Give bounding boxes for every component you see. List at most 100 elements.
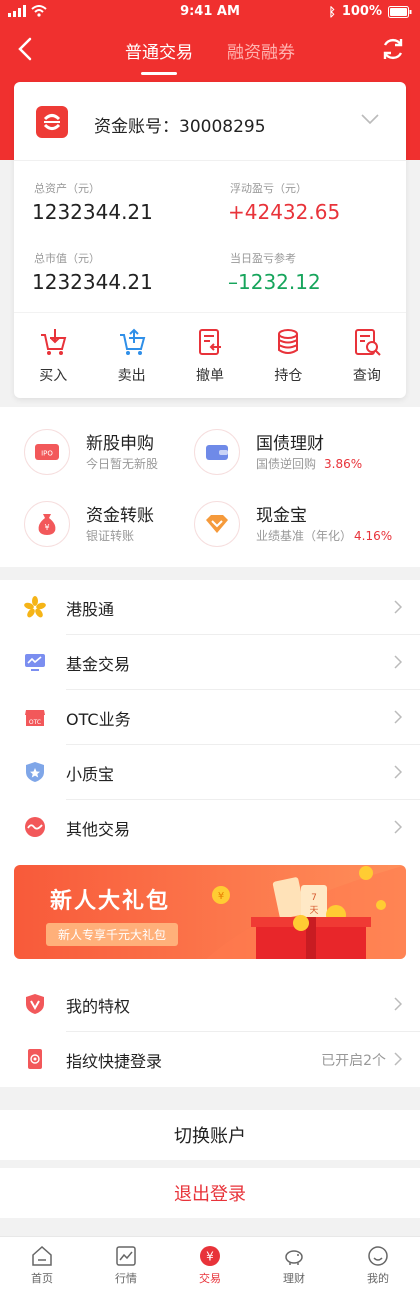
total-assets-value: 1232344.21 xyxy=(32,200,153,224)
monitor-chart-icon xyxy=(25,654,45,671)
banner-section: 新人大礼包 新人专享千元大礼包 ¥ 7 天 xyxy=(0,855,420,977)
svg-text:天: 天 xyxy=(309,906,318,916)
account-number: 资金账号：30008295 xyxy=(94,117,266,137)
list-item-fund-trade[interactable]: 基金交易 xyxy=(0,635,420,690)
tab-trade[interactable]: ¥ 交易 xyxy=(168,1237,252,1292)
bond-subtitle: 国债逆回购 3.86% xyxy=(256,457,363,471)
list-item-privilege[interactable]: 我的特权 xyxy=(0,977,420,1032)
cancel-order-label: 撤单 xyxy=(196,368,225,384)
vip-shield-icon xyxy=(26,994,44,1014)
banner-title: 新人大礼包 xyxy=(50,889,171,914)
tab-market[interactable]: 行情 xyxy=(84,1237,168,1292)
buy-button[interactable]: 买入 xyxy=(14,313,92,398)
cash-title: 现金宝 xyxy=(256,506,307,526)
fingerprint-phone-icon xyxy=(28,1049,42,1069)
fingerprint-status: 已开启2个 xyxy=(321,1053,386,1069)
list-item-fingerprint-login[interactable]: 指纹快捷登录 已开启2个 xyxy=(0,1032,420,1087)
wave-circle-icon xyxy=(25,817,45,837)
tab-home-label: 首页 xyxy=(31,1272,53,1285)
svg-text:7: 7 xyxy=(311,893,317,903)
privilege-label: 我的特权 xyxy=(66,997,131,1016)
battery-icon xyxy=(388,5,412,18)
bauhinia-icon xyxy=(24,596,46,618)
tab-wealth-label: 理财 xyxy=(283,1272,305,1285)
bottom-tab-bar: 首页 行情 ¥ 交易 理财 我的 xyxy=(0,1236,420,1292)
services-grid: IPO 新股申购 今日暂无新股 国债理财 国债逆回购 3.86% ¥ 资金转账 银… xyxy=(0,407,420,567)
battery-percent: 100% xyxy=(341,4,382,19)
refresh-icon[interactable] xyxy=(380,36,406,62)
tab-margin-trade[interactable]: 融资融券 xyxy=(227,38,295,63)
positions-button[interactable]: 持仓 xyxy=(249,313,327,398)
tab-mine[interactable]: 我的 xyxy=(336,1237,420,1292)
cart-buy-icon xyxy=(41,329,67,355)
transfer-subtitle: 银证转账 xyxy=(86,529,135,543)
chevron-right-icon xyxy=(394,600,402,614)
positions-label: 持仓 xyxy=(274,368,303,384)
sell-button[interactable]: 卖出 xyxy=(92,313,170,398)
chevron-right-icon xyxy=(394,820,402,834)
svg-text:¥: ¥ xyxy=(218,891,224,902)
svg-text:¥: ¥ xyxy=(44,523,49,532)
logout-button[interactable]: 退出登录 xyxy=(0,1168,420,1218)
float-pl-label: 浮动盈亏（元） xyxy=(230,182,307,195)
cash-treasure-item[interactable]: 现金宝 业绩基准（年化） 4.16% xyxy=(170,501,392,575)
float-pl-value: +42432.65 xyxy=(228,200,341,224)
bond-finance-item[interactable]: 国债理财 国债逆回购 3.86% xyxy=(170,429,380,503)
gift-box-illustration: ¥ 7 天 xyxy=(206,865,406,959)
bluetooth-icon: ᛒ xyxy=(328,4,336,19)
tab-wealth[interactable]: 理财 xyxy=(252,1237,336,1292)
hk-connect-label: 港股通 xyxy=(66,600,115,619)
list-item-hk-connect[interactable]: 港股通 xyxy=(0,580,420,635)
yen-coin-icon: ¥ xyxy=(200,1246,220,1266)
otc-store-icon: OTC xyxy=(25,710,45,726)
bond-title: 国债理财 xyxy=(256,434,324,454)
fingerprint-label: 指纹快捷登录 xyxy=(66,1052,163,1071)
transfer-title: 资金转账 xyxy=(86,506,154,526)
tab-market-label: 行情 xyxy=(115,1272,137,1285)
settings-list: 我的特权 指纹快捷登录 已开启2个 xyxy=(0,977,420,1087)
status-bar: 9:41 AM ᛒ 100% xyxy=(0,0,420,24)
tab-trade-label: 交易 xyxy=(199,1272,221,1285)
total-assets-label: 总资产（元） xyxy=(34,182,100,195)
cash-rate: 4.16% xyxy=(354,529,393,543)
home-icon xyxy=(32,1245,52,1266)
wallet-icon xyxy=(194,429,240,475)
pledge-label: 小质宝 xyxy=(66,765,115,784)
divider xyxy=(14,160,406,161)
newcomer-gift-banner[interactable]: 新人大礼包 新人专享千元大礼包 ¥ 7 天 xyxy=(14,865,406,959)
trade-actions: 买入 卖出 撤单 持仓 查询 xyxy=(14,312,406,398)
chevron-right-icon xyxy=(394,997,402,1011)
list-item-otc[interactable]: OTC OTC业务 xyxy=(0,690,420,745)
chevron-right-icon xyxy=(394,710,402,724)
tab-normal-trade[interactable]: 普通交易 xyxy=(125,38,193,75)
bond-rate: 3.86% xyxy=(324,457,363,471)
account-selector[interactable]: 资金账号：30008295 xyxy=(14,82,406,160)
today-pl-value: –1232.12 xyxy=(228,270,321,294)
switch-account-button[interactable]: 切换账户 xyxy=(0,1110,420,1160)
svg-text:IPO: IPO xyxy=(41,450,53,458)
svg-text:¥: ¥ xyxy=(206,1250,214,1264)
ipo-title: 新股申购 xyxy=(86,434,154,454)
money-bag-icon: ¥ xyxy=(24,501,70,547)
list-item-pledge[interactable]: 小质宝 xyxy=(0,745,420,800)
chevron-right-icon xyxy=(394,765,402,779)
chevron-down-icon[interactable] xyxy=(360,112,380,126)
cart-sell-icon xyxy=(119,328,145,355)
list-item-other-trade[interactable]: 其他交易 xyxy=(0,800,420,855)
sell-label: 卖出 xyxy=(117,368,146,384)
query-label: 查询 xyxy=(352,368,381,384)
diamond-icon xyxy=(194,501,240,547)
chevron-right-icon xyxy=(394,1052,402,1066)
account-card: 资金账号：30008295 总资产（元） 1232344.21 浮动盈亏（元） … xyxy=(14,82,406,398)
tab-home[interactable]: 首页 xyxy=(0,1237,84,1292)
cancel-order-icon xyxy=(199,329,222,355)
chart-icon xyxy=(116,1246,136,1266)
market-value-label: 总市值（元） xyxy=(34,252,100,265)
query-doc-icon xyxy=(354,329,381,356)
banner-subtitle: 新人专享千元大礼包 xyxy=(46,923,179,946)
other-trade-label: 其他交易 xyxy=(66,820,131,839)
cancel-order-button[interactable]: 撤单 xyxy=(171,313,249,398)
today-pl-label: 当日盈亏参考 xyxy=(230,252,296,265)
ipo-icon: IPO xyxy=(24,429,70,475)
query-button[interactable]: 查询 xyxy=(328,313,406,398)
